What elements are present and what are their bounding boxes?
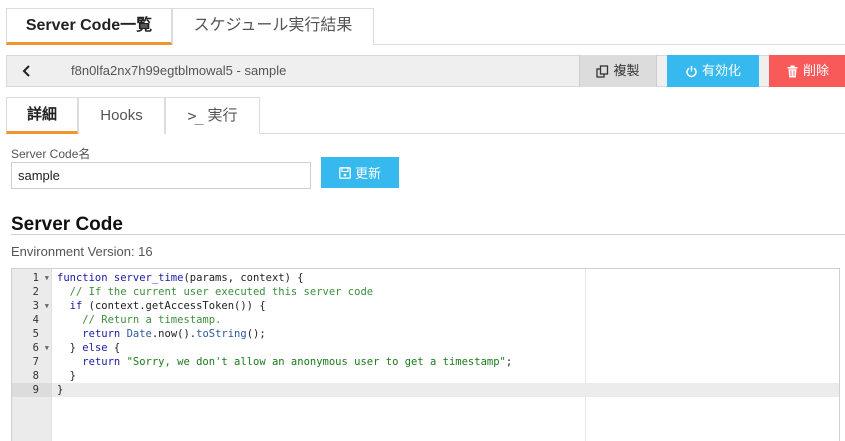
tab-details[interactable]: 詳細	[6, 97, 78, 134]
code-text: if (context.getAccessToken()) {	[69, 300, 266, 312]
fold-toggle-icon[interactable]: ▼	[45, 299, 49, 313]
line-number: 3 ▼	[12, 299, 52, 313]
line-number: 5	[12, 327, 52, 341]
line-number-text: 2	[32, 286, 39, 298]
code-line[interactable]: 7 return "Sorry, we don't allow an anony…	[12, 355, 839, 369]
detail-tab-bar: 詳細 Hooks >_ 実行	[6, 97, 845, 134]
line-number-text: 3	[32, 300, 39, 312]
code-text: } else {	[57, 342, 121, 354]
update-button-label: 更新	[354, 166, 381, 181]
record-title: f8n0lfa2nx7h99egtblmowal5 - sample	[71, 63, 287, 78]
section-title: Server Code	[11, 214, 123, 235]
server-code-name-label: Server Code名	[11, 147, 91, 161]
enable-button-label: 有効化	[701, 63, 741, 78]
tab-hooks[interactable]: Hooks	[78, 97, 165, 134]
line-number-text: 9	[32, 384, 39, 396]
tab-hooks-label: Hooks	[100, 107, 143, 124]
code-text: }	[57, 370, 76, 382]
line-number: 7	[12, 355, 52, 369]
code-line[interactable]: 9}	[12, 383, 839, 397]
code-line[interactable]: 6 ▼ } else {	[12, 341, 839, 355]
back-button[interactable]	[7, 56, 47, 86]
tab-details-label: 詳細	[26, 105, 57, 123]
chevron-left-icon	[22, 65, 30, 77]
code-line[interactable]: 5 return Date.now().toString();	[12, 327, 839, 341]
fold-toggle-icon[interactable]: ▼	[45, 341, 49, 355]
terminal-icon: >_	[187, 107, 203, 125]
code-text: }	[57, 384, 64, 396]
line-number-text: 7	[32, 356, 39, 368]
line-number: 6 ▼	[12, 341, 52, 355]
section-divider	[11, 234, 845, 235]
fold-toggle-icon[interactable]: ▼	[45, 271, 49, 285]
tab-execute[interactable]: >_ 実行	[165, 97, 260, 134]
code-text: return "Sorry, we don't allow an anonymo…	[82, 356, 513, 368]
code-text: // Return a timestamp.	[82, 314, 222, 326]
update-button[interactable]: 更新	[321, 157, 399, 188]
tab-execute-label: 実行	[207, 107, 238, 124]
line-number-text: 6	[32, 342, 39, 354]
copy-icon	[596, 64, 609, 78]
delete-button-label: 削除	[802, 63, 829, 78]
save-icon	[339, 166, 351, 179]
line-number: 9	[12, 383, 52, 397]
code-line[interactable]: 2 // If the current user executed this s…	[12, 285, 839, 299]
line-number: 4	[12, 313, 52, 327]
tab-schedule-results[interactable]: スケジュール実行結果	[172, 8, 374, 45]
code-text: function server_time(params, context) {	[57, 272, 304, 284]
code-text: // If the current user executed this ser…	[69, 286, 374, 298]
line-number-text: 1	[32, 272, 39, 284]
copy-button-label: 複製	[613, 63, 640, 78]
delete-button[interactable]: 削除	[769, 55, 845, 87]
top-tab-bar: Server Code一覧 スケジュール実行結果	[6, 8, 845, 45]
power-icon	[686, 65, 697, 77]
server-code-name-input[interactable]	[11, 162, 311, 189]
line-number: 2	[12, 285, 52, 299]
code-line[interactable]: 3 ▼ if (context.getAccessToken()) {	[12, 299, 839, 313]
environment-version: Environment Version: 16	[11, 244, 153, 259]
code-text: return Date.now().toString();	[82, 328, 266, 340]
line-number-text: 8	[32, 370, 39, 382]
trash-icon	[787, 65, 798, 77]
copy-button[interactable]: 複製	[579, 55, 657, 87]
code-line[interactable]: 8 }	[12, 369, 839, 383]
line-number: 1 ▼	[12, 271, 52, 285]
code-line[interactable]: 4 // Return a timestamp.	[12, 313, 839, 327]
record-toolbar: f8n0lfa2nx7h99egtblmowal5 - sample 複製 有効…	[6, 55, 845, 87]
line-number: 8	[12, 369, 52, 383]
enable-button[interactable]: 有効化	[667, 55, 759, 87]
line-number-text: 4	[32, 314, 39, 326]
line-number-text: 5	[32, 328, 39, 340]
code-line[interactable]: 1 ▼ function server_time(params, context) …	[12, 271, 839, 285]
tab-server-code-list[interactable]: Server Code一覧	[6, 8, 172, 45]
code-editor[interactable]: 1 ▼ function server_time(params, context) …	[11, 268, 840, 441]
